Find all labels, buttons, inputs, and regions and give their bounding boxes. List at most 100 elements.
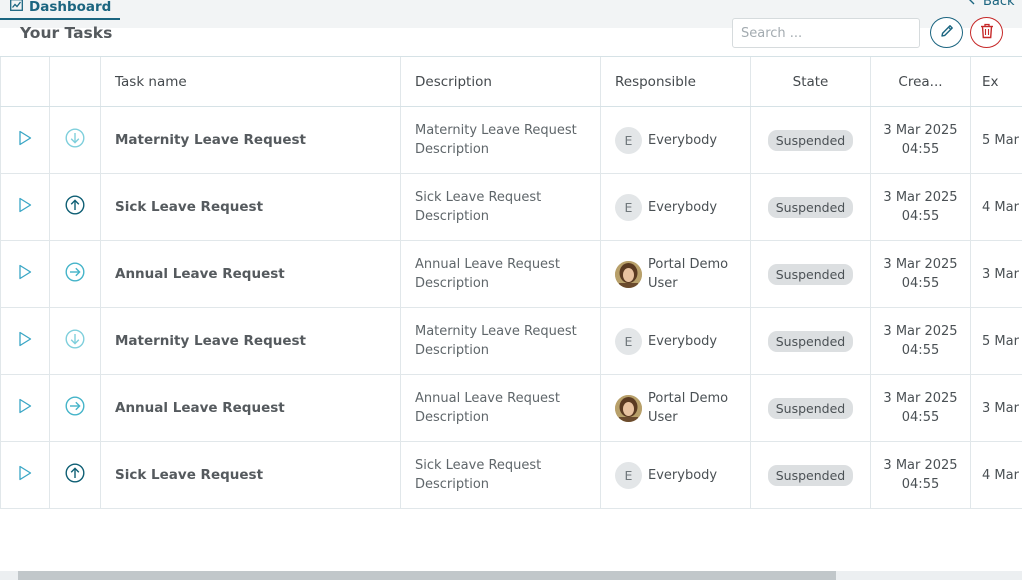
- header-created[interactable]: Crea...: [871, 57, 971, 106]
- table-row[interactable]: Annual Leave Request Annual Leave Reques…: [0, 241, 1022, 308]
- expiry-date: 3 Mar 2: [982, 266, 1022, 282]
- task-name-cell[interactable]: Sick Leave Request: [101, 442, 401, 508]
- play-cell[interactable]: [0, 241, 50, 307]
- task-name[interactable]: Maternity Leave Request: [115, 132, 306, 148]
- tab-dashboard[interactable]: Dashboard: [0, 0, 120, 20]
- responsible-name: Everybody: [648, 132, 718, 148]
- created-date: 3 Mar 2025 04:55: [883, 324, 958, 358]
- responsible-cell: E Everybody: [601, 107, 751, 173]
- play-icon[interactable]: [18, 398, 32, 418]
- arrow-right-circle-icon: [65, 262, 85, 286]
- delete-button[interactable]: [970, 17, 1003, 48]
- page-title: Your Tasks: [20, 24, 113, 42]
- description-cell: Maternity Leave Request Description: [401, 107, 601, 173]
- header-description[interactable]: Description: [401, 57, 601, 106]
- avatar: E: [615, 461, 642, 489]
- pencil-icon: [939, 23, 955, 43]
- responsible-name: Portal Demo User: [648, 391, 729, 425]
- status-badge: Suspended: [767, 464, 854, 486]
- table-row[interactable]: Sick Leave Request Sick Leave Request De…: [0, 174, 1022, 241]
- created-date: 3 Mar 2025 04:55: [883, 257, 958, 291]
- expiry-cell: 5 Mar 2: [971, 107, 1022, 173]
- task-description: Annual Leave Request Description: [415, 391, 560, 425]
- task-description: Sick Leave Request Description: [415, 458, 542, 492]
- avatar: [615, 394, 642, 422]
- active-tab-indicator: [0, 18, 120, 20]
- play-cell[interactable]: [0, 442, 50, 508]
- description-cell: Annual Leave Request Description: [401, 375, 601, 441]
- back-link[interactable]: Back: [968, 0, 1015, 9]
- header-state[interactable]: State: [751, 57, 871, 106]
- responsible-name: Portal Demo User: [648, 257, 729, 291]
- created-date: 3 Mar 2025 04:55: [883, 458, 958, 492]
- play-icon[interactable]: [18, 331, 32, 351]
- task-name-cell[interactable]: Sick Leave Request: [101, 174, 401, 240]
- created-cell: 3 Mar 2025 04:55: [871, 107, 971, 173]
- task-name[interactable]: Annual Leave Request: [115, 400, 285, 416]
- horizontal-scrollbar-thumb[interactable]: [18, 571, 836, 580]
- edit-button[interactable]: [930, 17, 963, 48]
- description-cell: Sick Leave Request Description: [401, 174, 601, 240]
- priority-cell: [50, 375, 101, 441]
- task-name[interactable]: Maternity Leave Request: [115, 333, 306, 349]
- trash-icon: [980, 23, 994, 43]
- avatar: E: [615, 327, 642, 355]
- created-cell: 3 Mar 2025 04:55: [871, 174, 971, 240]
- task-name-cell[interactable]: Maternity Leave Request: [101, 308, 401, 374]
- status-badge: Suspended: [767, 196, 854, 218]
- table-row[interactable]: Annual Leave Request Annual Leave Reques…: [0, 375, 1022, 442]
- responsible-cell: E Everybody: [601, 308, 751, 374]
- header-expiry[interactable]: Ex: [971, 57, 1022, 106]
- task-name[interactable]: Sick Leave Request: [115, 467, 263, 483]
- arrow-up-circle-icon: [65, 463, 85, 487]
- play-icon[interactable]: [18, 264, 32, 284]
- description-cell: Annual Leave Request Description: [401, 241, 601, 307]
- play-cell[interactable]: [0, 375, 50, 441]
- arrow-right-circle-icon: [65, 396, 85, 420]
- state-cell: Suspended: [751, 241, 871, 307]
- created-date: 3 Mar 2025 04:55: [883, 123, 958, 157]
- task-description: Annual Leave Request Description: [415, 257, 560, 291]
- task-name[interactable]: Annual Leave Request: [115, 266, 285, 282]
- description-cell: Maternity Leave Request Description: [401, 308, 601, 374]
- chart-icon: [10, 0, 23, 15]
- table-row[interactable]: Maternity Leave Request Maternity Leave …: [0, 107, 1022, 174]
- tasks-table: Task name Description Responsible State …: [0, 56, 1022, 510]
- avatar: E: [615, 126, 642, 154]
- search-input[interactable]: [732, 18, 920, 48]
- status-badge: Suspended: [767, 397, 854, 419]
- responsible-cell: Portal Demo User: [601, 375, 751, 441]
- header-priority[interactable]: [50, 57, 101, 106]
- play-icon[interactable]: [18, 130, 32, 150]
- arrow-down-circle-icon: [65, 329, 85, 353]
- created-date: 3 Mar 2025 04:55: [883, 391, 958, 425]
- table-row[interactable]: Sick Leave Request Sick Leave Request De…: [0, 442, 1022, 509]
- description-cell: Sick Leave Request Description: [401, 442, 601, 508]
- back-label: Back: [983, 0, 1015, 9]
- status-badge: Suspended: [767, 263, 854, 285]
- expiry-date: 4 Mar 2: [982, 199, 1022, 215]
- play-icon[interactable]: [18, 465, 32, 485]
- arrow-up-circle-icon: [65, 195, 85, 219]
- play-cell[interactable]: [0, 107, 50, 173]
- expiry-cell: 3 Mar 2: [971, 375, 1022, 441]
- created-cell: 3 Mar 2025 04:55: [871, 241, 971, 307]
- task-name-cell[interactable]: Maternity Leave Request: [101, 107, 401, 173]
- responsible-name: Everybody: [648, 199, 718, 215]
- responsible-cell: Portal Demo User: [601, 241, 751, 307]
- header-responsible[interactable]: Responsible: [601, 57, 751, 106]
- priority-cell: [50, 308, 101, 374]
- task-name-cell[interactable]: Annual Leave Request: [101, 241, 401, 307]
- expiry-date: 5 Mar 2: [982, 132, 1022, 148]
- header-task-name[interactable]: Task name: [101, 57, 401, 106]
- play-cell[interactable]: [0, 308, 50, 374]
- task-name-cell[interactable]: Annual Leave Request: [101, 375, 401, 441]
- task-name[interactable]: Sick Leave Request: [115, 199, 263, 215]
- state-cell: Suspended: [751, 375, 871, 441]
- chevron-left-icon: [968, 0, 975, 9]
- play-icon[interactable]: [18, 197, 32, 217]
- status-badge: Suspended: [767, 330, 854, 352]
- table-row[interactable]: Maternity Leave Request Maternity Leave …: [0, 308, 1022, 375]
- play-cell[interactable]: [0, 174, 50, 240]
- expiry-date: 5 Mar 2: [982, 333, 1022, 349]
